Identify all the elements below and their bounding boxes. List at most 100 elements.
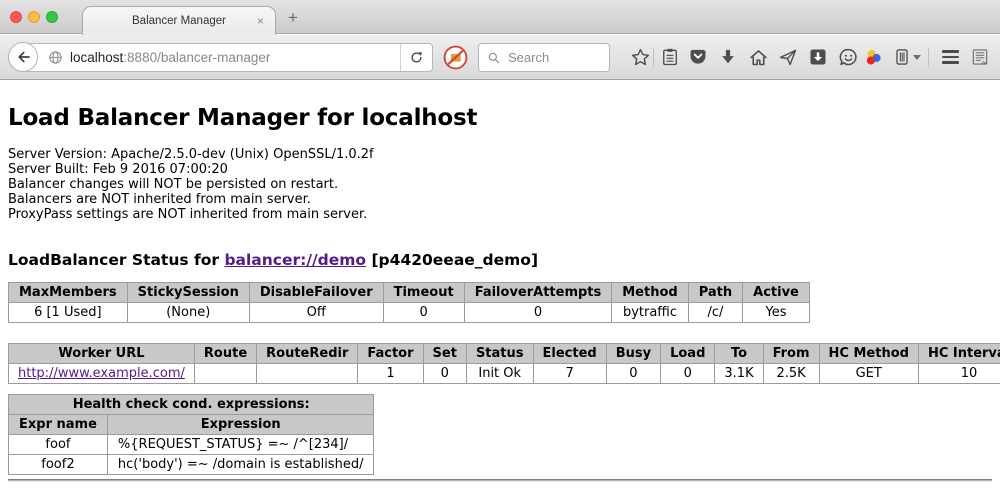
menu-button[interactable] bbox=[938, 46, 962, 68]
column-header: MaxMembers bbox=[9, 283, 128, 303]
column-header: From bbox=[763, 344, 819, 364]
home-button[interactable] bbox=[746, 46, 770, 68]
table-header-row: Worker URL Route RouteRedir Factor Set S… bbox=[9, 344, 1000, 364]
table-row: foof %{REQUEST_STATUS} =~ /^[234]/ bbox=[9, 435, 374, 455]
worker-url-link[interactable]: http://www.example.com/ bbox=[18, 366, 185, 381]
new-tab-button[interactable]: + bbox=[288, 8, 298, 28]
browser-window: Balancer Manager × + localhost:8880/bala… bbox=[0, 0, 1000, 491]
reading-list-button[interactable] bbox=[658, 46, 682, 68]
download-arrow-icon bbox=[718, 47, 738, 67]
cell-status: Init Ok bbox=[466, 364, 533, 384]
table-header-row: Expr name Expression bbox=[9, 415, 374, 435]
cell-path: /c/ bbox=[688, 303, 742, 323]
cell-factor: 1 bbox=[358, 364, 423, 384]
cell-disablefailover: Off bbox=[249, 303, 383, 323]
health-table-title: Health check cond. expressions: bbox=[9, 395, 374, 415]
zoom-window-button[interactable] bbox=[46, 11, 58, 23]
balancer-demo-link[interactable]: balancer://demo bbox=[224, 251, 366, 269]
column-header: Expression bbox=[107, 415, 374, 435]
star-icon bbox=[630, 47, 651, 68]
back-arrow-icon bbox=[14, 48, 32, 66]
close-window-button[interactable] bbox=[10, 11, 22, 23]
extension-download-button[interactable] bbox=[806, 46, 830, 68]
server-built-line: Server Built: Feb 9 2016 07:00:20 bbox=[8, 162, 992, 177]
colored-dots-icon bbox=[863, 47, 884, 68]
titlebar: Balancer Manager × + bbox=[0, 0, 1000, 34]
reload-icon bbox=[409, 50, 424, 65]
cell-expression: %{REQUEST_STATUS} =~ /^[234]/ bbox=[107, 435, 374, 455]
column-header: RouteRedir bbox=[257, 344, 358, 364]
column-header: Active bbox=[743, 283, 810, 303]
column-header: Elected bbox=[533, 344, 606, 364]
back-button[interactable] bbox=[8, 42, 38, 72]
column-header: Load bbox=[661, 344, 715, 364]
pocket-icon bbox=[688, 47, 708, 67]
table-row: foof2 hc('body') =~ /domain is establish… bbox=[9, 455, 374, 475]
clipboard-icon bbox=[660, 47, 680, 67]
url-bar[interactable]: localhost:8880/balancer-manager bbox=[23, 43, 433, 72]
archive-extension-button[interactable] bbox=[890, 46, 914, 68]
url-path: :8880/balancer-manager bbox=[123, 50, 270, 65]
square-download-icon bbox=[808, 47, 828, 67]
minimize-window-button[interactable] bbox=[28, 11, 40, 23]
horizontal-rule bbox=[8, 479, 992, 482]
cell-failoverattempts: 0 bbox=[464, 303, 612, 323]
cell-maxmembers: 6 [1 Used] bbox=[9, 303, 128, 323]
worker-table: Worker URL Route RouteRedir Factor Set S… bbox=[8, 343, 1000, 384]
archive-icon bbox=[892, 47, 912, 67]
server-info: Server Version: Apache/2.5.0-dev (Unix) … bbox=[8, 147, 992, 222]
column-header: HC Interval bbox=[918, 344, 1000, 364]
column-header: FailoverAttempts bbox=[464, 283, 612, 303]
cell-expression: hc('body') =~ /domain is established/ bbox=[107, 455, 374, 475]
cell-elected: 7 bbox=[533, 364, 606, 384]
send-tab-button[interactable] bbox=[776, 46, 800, 68]
colored-dots-extension-button[interactable] bbox=[861, 46, 885, 68]
column-header: Path bbox=[688, 283, 742, 303]
column-header: Status bbox=[466, 344, 533, 364]
cell-hc-method: GET bbox=[819, 364, 918, 384]
downloads-button[interactable] bbox=[716, 46, 740, 68]
status-heading-prefix: LoadBalancer Status for bbox=[8, 251, 224, 269]
toolbar-separator bbox=[653, 48, 654, 67]
reload-button[interactable] bbox=[400, 44, 432, 71]
search-icon bbox=[487, 51, 501, 65]
tab-balancer-manager[interactable]: Balancer Manager × bbox=[82, 6, 276, 35]
column-header: Factor bbox=[358, 344, 423, 364]
page-thumbnail-button[interactable] bbox=[968, 46, 992, 68]
feedback-smiley-button[interactable] bbox=[836, 46, 860, 68]
smiley-bubble-icon bbox=[838, 47, 859, 68]
table-title-row: Health check cond. expressions: bbox=[9, 395, 374, 415]
cell-busy: 0 bbox=[606, 364, 660, 384]
status-heading-suffix: [p4420eeae_demo] bbox=[366, 251, 538, 269]
tab-close-icon[interactable]: × bbox=[257, 14, 264, 28]
plugin-blocked-icon[interactable] bbox=[443, 45, 468, 70]
cell-hc-interval: 10 bbox=[918, 364, 1000, 384]
health-check-table: Health check cond. expressions: Expr nam… bbox=[8, 394, 374, 475]
hamburger-icon bbox=[942, 50, 959, 64]
search-placeholder: Search bbox=[508, 50, 549, 65]
proxypass-note-line: ProxyPass settings are NOT inherited fro… bbox=[8, 207, 992, 222]
tab-title: Balancer Manager bbox=[132, 15, 226, 27]
search-input[interactable]: Search bbox=[478, 43, 610, 72]
loadbalancer-status-heading: LoadBalancer Status for balancer://demo … bbox=[8, 251, 992, 270]
bookmark-star-button[interactable] bbox=[628, 46, 652, 68]
cell-method: bytraffic bbox=[612, 303, 688, 323]
page-grid-icon bbox=[970, 47, 990, 67]
column-header: Expr name bbox=[9, 415, 108, 435]
cell-routeredir bbox=[257, 364, 358, 384]
column-header: Busy bbox=[606, 344, 660, 364]
pocket-button[interactable] bbox=[686, 46, 710, 68]
server-version-line: Server Version: Apache/2.5.0-dev (Unix) … bbox=[8, 147, 992, 162]
url-text[interactable]: localhost:8880/balancer-manager bbox=[70, 50, 400, 65]
site-identity-globe-icon[interactable] bbox=[48, 50, 63, 65]
column-header: Set bbox=[423, 344, 466, 364]
toolbar-separator bbox=[928, 48, 929, 67]
column-header: Timeout bbox=[383, 283, 464, 303]
cell-worker-url: http://www.example.com/ bbox=[9, 364, 195, 384]
balancer-settings-table: MaxMembers StickySession DisableFailover… bbox=[8, 282, 810, 323]
chevron-down-icon[interactable] bbox=[913, 55, 921, 60]
cell-timeout: 0 bbox=[383, 303, 464, 323]
cell-stickysession: (None) bbox=[127, 303, 249, 323]
column-header: Method bbox=[612, 283, 688, 303]
worker-row: http://www.example.com/ 1 0 Init Ok 7 0 … bbox=[9, 364, 1000, 384]
